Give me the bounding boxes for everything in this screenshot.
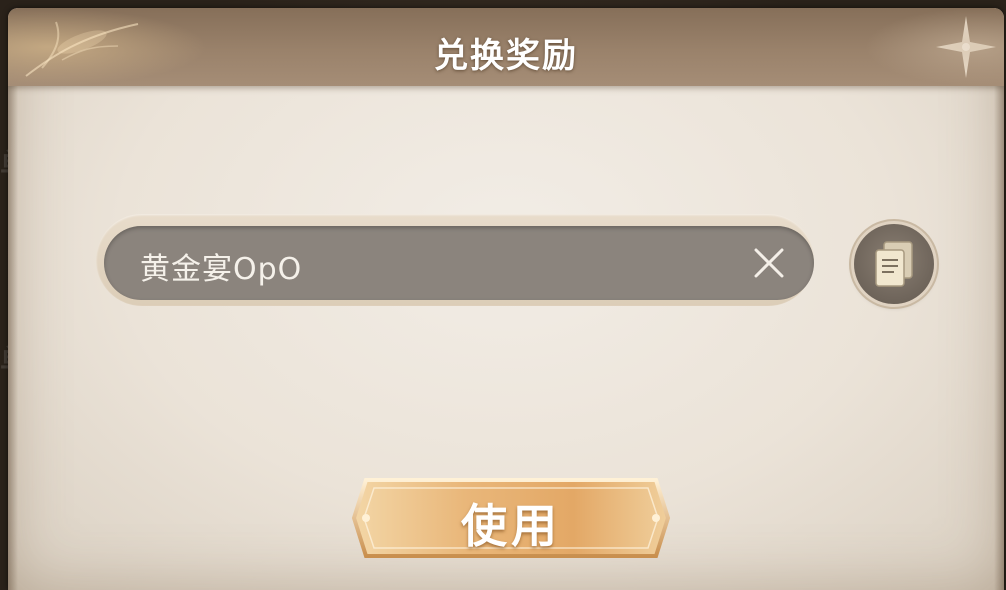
close-icon[interactable]	[750, 244, 788, 282]
panel-edge	[8, 86, 18, 590]
dialog-title: 兑换奖励	[434, 36, 578, 76]
clear-input-button[interactable]	[750, 244, 788, 282]
use-button-label[interactable]: 使用	[336, 490, 686, 556]
dialog-header: 兑换奖励	[8, 8, 1004, 86]
redeem-code-value[interactable]: 黄金宴OpO	[140, 244, 302, 288]
use-button[interactable]: 使用	[336, 470, 686, 566]
clipboard-icon[interactable]	[872, 240, 916, 288]
panel-edge	[994, 86, 1004, 590]
redeem-code-input[interactable]: 黄金宴OpO	[104, 226, 814, 300]
star-ornament-icon	[936, 16, 996, 78]
paste-code-button[interactable]	[854, 224, 934, 304]
game-screen: 单 单 兑换奖励 黄金宴OpO	[0, 0, 1006, 590]
